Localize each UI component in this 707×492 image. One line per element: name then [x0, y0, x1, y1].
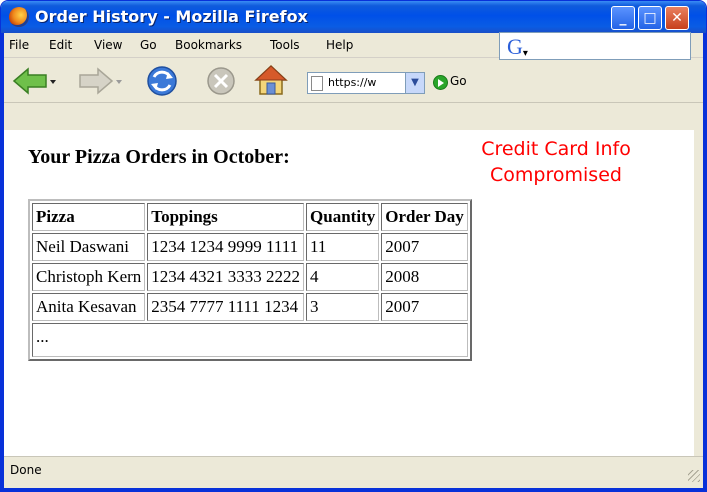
- menu-view[interactable]: View: [94, 38, 122, 52]
- home-icon[interactable]: [252, 62, 290, 98]
- firefox-logo-icon: [9, 7, 29, 27]
- status-bar: Done: [4, 456, 703, 485]
- header-order-day: Order Day: [381, 203, 468, 231]
- stop-icon[interactable]: [204, 64, 238, 98]
- go-icon[interactable]: [433, 75, 448, 90]
- google-search-icon[interactable]: G▾: [507, 34, 528, 60]
- menu-bookmarks[interactable]: Bookmarks: [175, 38, 242, 52]
- annotation-line-2: Compromised: [490, 164, 622, 186]
- table-row: Anita Kesavan 2354 7777 1111 1234 3 2007: [32, 293, 468, 321]
- table-row: Christoph Kern 1234 4321 3333 2222 4 200…: [32, 263, 468, 291]
- cell-order-day: 2007: [381, 293, 468, 321]
- cell-quantity: 3: [306, 293, 380, 321]
- menu-tools[interactable]: Tools: [270, 38, 300, 52]
- status-text: Done: [10, 463, 42, 477]
- go-button[interactable]: Go: [450, 74, 467, 88]
- forward-arrow-icon[interactable]: [76, 64, 122, 98]
- back-arrow-icon[interactable]: [10, 64, 56, 98]
- browser-window: Order History - Mozilla Firefox _ □ ✕ Fi…: [0, 0, 707, 492]
- cell-pizza: Neil Daswani: [32, 233, 146, 261]
- header-pizza: Pizza: [32, 203, 146, 231]
- page-icon: [311, 76, 323, 91]
- annotation-line-1: Credit Card Info: [481, 138, 631, 160]
- url-text: https://w: [328, 76, 377, 89]
- cell-toppings: 1234 1234 9999 1111: [147, 233, 305, 261]
- header-quantity: Quantity: [306, 203, 380, 231]
- minimize-button[interactable]: _: [611, 6, 635, 30]
- menu-edit[interactable]: Edit: [49, 38, 72, 52]
- cell-order-day: 2008: [381, 263, 468, 291]
- page-heading: Your Pizza Orders in October:: [28, 146, 290, 168]
- close-button[interactable]: ✕: [665, 6, 689, 30]
- orders-table: Pizza Toppings Quantity Order Day Neil D…: [28, 199, 472, 361]
- cell-pizza: Christoph Kern: [32, 263, 146, 291]
- cell-toppings: 1234 4321 3333 2222: [147, 263, 305, 291]
- menu-file[interactable]: File: [9, 38, 29, 52]
- window-border-right: [703, 33, 706, 491]
- header-toppings: Toppings: [147, 203, 305, 231]
- cell-order-day: 2007: [381, 233, 468, 261]
- navigation-toolbar: https://w ▼ Go: [4, 58, 703, 103]
- url-bar[interactable]: https://w ▼: [307, 72, 425, 94]
- maximize-button[interactable]: □: [638, 6, 662, 30]
- cell-quantity: 4: [306, 263, 380, 291]
- url-dropdown-button[interactable]: ▼: [405, 73, 424, 93]
- window-border-left: [1, 33, 4, 491]
- title-bar[interactable]: Order History - Mozilla Firefox _ □ ✕: [1, 1, 706, 33]
- cell-quantity: 11: [306, 233, 380, 261]
- table-header-row: Pizza Toppings Quantity Order Day: [32, 203, 468, 231]
- table-row: ...: [32, 323, 468, 357]
- resize-grip-icon[interactable]: [688, 470, 700, 482]
- cell-pizza: Anita Kesavan: [32, 293, 146, 321]
- compromised-annotation: Credit Card Info Compromised: [471, 136, 641, 188]
- window-border-bottom: [1, 488, 706, 491]
- window-title: Order History - Mozilla Firefox: [35, 7, 308, 26]
- reload-icon[interactable]: [144, 63, 180, 99]
- menu-go[interactable]: Go: [140, 38, 157, 52]
- cell-toppings: 2354 7777 1111 1234: [147, 293, 305, 321]
- table-row: Neil Daswani 1234 1234 9999 1111 11 2007: [32, 233, 468, 261]
- menu-help[interactable]: Help: [326, 38, 353, 52]
- cell-ellipsis: ...: [32, 323, 468, 357]
